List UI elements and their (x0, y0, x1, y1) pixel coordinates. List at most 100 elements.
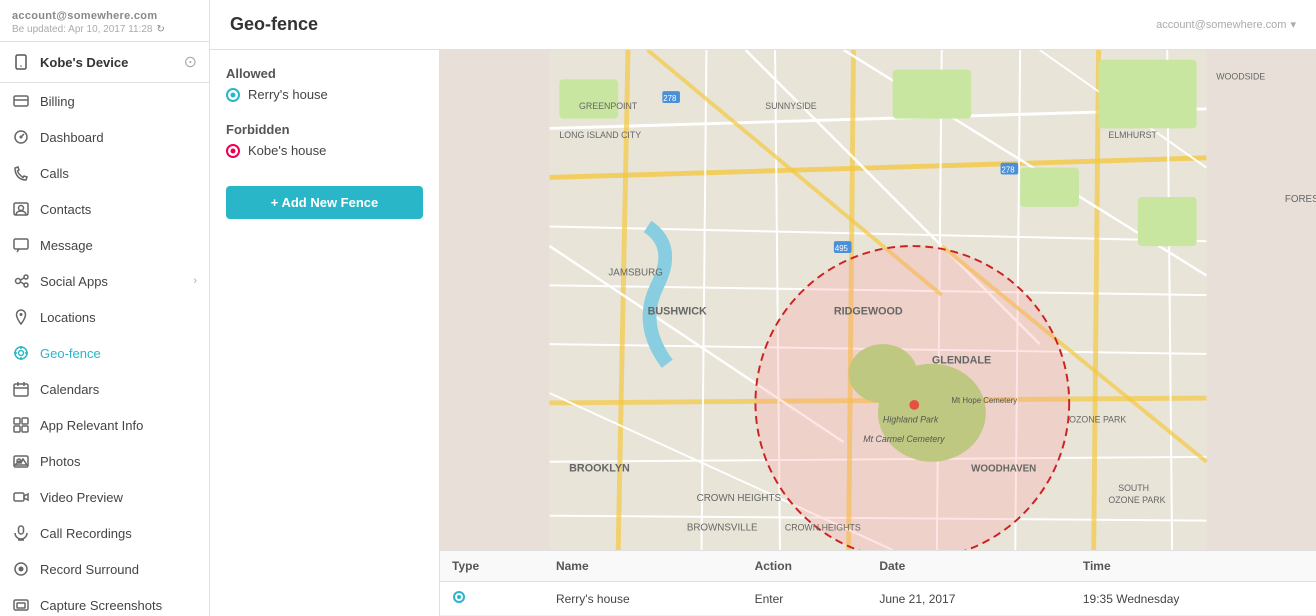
sidebar-nav: Billing Dashboard Calls Contacts (0, 83, 209, 616)
svg-text:Mt Hope Cemetery: Mt Hope Cemetery (952, 396, 1018, 405)
nav-label-app-relevant: App Relevant Info (40, 418, 143, 433)
svg-text:SOUTH: SOUTH (1118, 483, 1149, 493)
svg-text:Highland Park: Highland Park (883, 415, 939, 425)
col-time: Time (1071, 551, 1316, 582)
dashboard-icon (12, 128, 30, 146)
allowed-item-0: Rerry's house (226, 87, 423, 102)
nav-label-contacts: Contacts (40, 202, 91, 217)
sidebar-item-record-surround[interactable]: Record Surround (0, 551, 209, 587)
nav-label-social-apps: Social Apps (40, 274, 108, 289)
cell-type (440, 582, 544, 616)
nav-label-locations: Locations (40, 310, 96, 325)
video-icon (12, 488, 30, 506)
sidebar-item-call-recordings[interactable]: Call Recordings (0, 515, 209, 551)
nav-label-capture-screenshots: Capture Screenshots (40, 598, 162, 613)
device-icon (12, 53, 30, 71)
sidebar-item-photos[interactable]: Photos (0, 443, 209, 479)
calendars-icon (12, 380, 30, 398)
nav-label-message: Message (40, 238, 93, 253)
nav-label-calendars: Calendars (40, 382, 99, 397)
bottom-table-container: Type Name Action Date Time Rerry's house… (440, 550, 1316, 616)
svg-text:JAMSBURG: JAMSBURG (608, 267, 662, 278)
nav-label-record-surround: Record Surround (40, 562, 139, 577)
map-area: BUSHWICK JAMSBURG RIDGEWOOD GLENDALE WOO… (440, 50, 1316, 550)
forbidden-item-0: Kobe's house (226, 143, 423, 158)
sidebar-item-contacts[interactable]: Contacts (0, 191, 209, 227)
svg-text:278: 278 (1002, 166, 1016, 175)
calls-icon (12, 164, 30, 182)
svg-text:CROWN HEIGHTS: CROWN HEIGHTS (785, 522, 861, 532)
col-name: Name (544, 551, 743, 582)
main: Geo-fence account@somewhere.com ▾ Allowe… (210, 0, 1316, 616)
allowed-dot (226, 88, 240, 102)
contacts-icon (12, 200, 30, 218)
sidebar-account: account@somewhere.com (12, 10, 197, 22)
screenshot-icon (12, 596, 30, 614)
mic-icon (12, 524, 30, 542)
chevron-right-icon: › (193, 275, 197, 287)
sidebar-item-message[interactable]: Message (0, 227, 209, 263)
photos-icon (12, 452, 30, 470)
svg-text:SUNNYSIDE: SUNNYSIDE (765, 101, 817, 111)
svg-text:RIDGEWOOD: RIDGEWOOD (834, 306, 903, 318)
record-icon (12, 560, 30, 578)
sidebar-item-billing[interactable]: Billing (0, 83, 209, 119)
allowed-item-name: Rerry's house (248, 87, 328, 102)
cell-time: 19:35 Wednesday (1071, 582, 1316, 616)
sidebar-updated: Be updated: Apr 10, 2017 11:28 ↻ (12, 24, 197, 35)
table-header-row: Type Name Action Date Time (440, 551, 1316, 582)
app-icon (12, 416, 30, 434)
social-icon (12, 272, 30, 290)
add-fence-button[interactable]: + Add New Fence (226, 186, 423, 219)
main-header: Geo-fence account@somewhere.com ▾ (210, 0, 1316, 50)
locations-icon (12, 308, 30, 326)
fence-left-panel: Allowed Rerry's house Forbidden Kobe's h… (210, 50, 440, 616)
device-menu-icon[interactable]: ⊙ (184, 52, 197, 72)
sidebar-item-video-preview[interactable]: Video Preview (0, 479, 209, 515)
nav-label-calls: Calls (40, 166, 69, 181)
sidebar-item-geo-fence[interactable]: Geo-fence (0, 335, 209, 371)
header-account-text: account@somewhere.com (1156, 19, 1286, 31)
svg-text:GREENPOINT: GREENPOINT (579, 101, 638, 111)
sidebar-item-locations[interactable]: Locations (0, 299, 209, 335)
refresh-icon[interactable]: ↻ (157, 24, 165, 35)
header-chevron-icon: ▾ (1290, 18, 1296, 31)
svg-text:BROOKLYN: BROOKLYN (569, 463, 630, 475)
right-panel: BUSHWICK JAMSBURG RIDGEWOOD GLENDALE WOO… (440, 50, 1316, 616)
sidebar-item-app-relevant[interactable]: App Relevant Info (0, 407, 209, 443)
col-date: Date (867, 551, 1071, 582)
table-row: Rerry's house Enter June 21, 2017 19:35 … (440, 582, 1316, 616)
forbidden-item-name: Kobe's house (248, 143, 326, 158)
nav-label-geo-fence: Geo-fence (40, 346, 101, 361)
sidebar-updated-text: Be updated: Apr 10, 2017 11:28 (12, 24, 153, 35)
sidebar-item-calendars[interactable]: Calendars (0, 371, 209, 407)
header-account-right: account@somewhere.com ▾ (1156, 18, 1296, 31)
sidebar-item-calls[interactable]: Calls (0, 155, 209, 191)
sidebar-item-social-apps[interactable]: Social Apps › (0, 263, 209, 299)
allowed-section: Allowed Rerry's house (226, 66, 423, 106)
nav-label-billing: Billing (40, 94, 75, 109)
geo-icon (12, 344, 30, 362)
content-area: Allowed Rerry's house Forbidden Kobe's h… (210, 50, 1316, 616)
svg-text:278: 278 (663, 94, 677, 103)
nav-label-video-preview: Video Preview (40, 490, 123, 505)
sidebar: account@somewhere.com Be updated: Apr 10… (0, 0, 210, 616)
allowed-label: Allowed (226, 66, 423, 81)
svg-text:WOODHAVEN: WOODHAVEN (971, 464, 1036, 475)
svg-text:GLENDALE: GLENDALE (932, 355, 991, 367)
svg-text:OZONE PARK: OZONE PARK (1108, 495, 1165, 505)
svg-text:OZONE PARK: OZONE PARK (1069, 415, 1126, 425)
col-type: Type (440, 551, 544, 582)
svg-text:FOREST HILLS: FOREST HILLS (1285, 194, 1316, 205)
nav-label-photos: Photos (40, 454, 80, 469)
message-icon (12, 236, 30, 254)
svg-text:ELMHURST: ELMHURST (1108, 130, 1157, 140)
page-title: Geo-fence (230, 14, 318, 35)
sidebar-item-capture-screenshots[interactable]: Capture Screenshots (0, 587, 209, 616)
sidebar-item-dashboard[interactable]: Dashboard (0, 119, 209, 155)
svg-text:LONG ISLAND CITY: LONG ISLAND CITY (559, 130, 641, 140)
device-name: Kobe's Device (40, 55, 128, 70)
svg-text:WOODSIDE: WOODSIDE (1216, 71, 1265, 81)
svg-text:BROWNSVILLE: BROWNSVILLE (687, 522, 758, 533)
sidebar-header: account@somewhere.com Be updated: Apr 10… (0, 0, 209, 42)
